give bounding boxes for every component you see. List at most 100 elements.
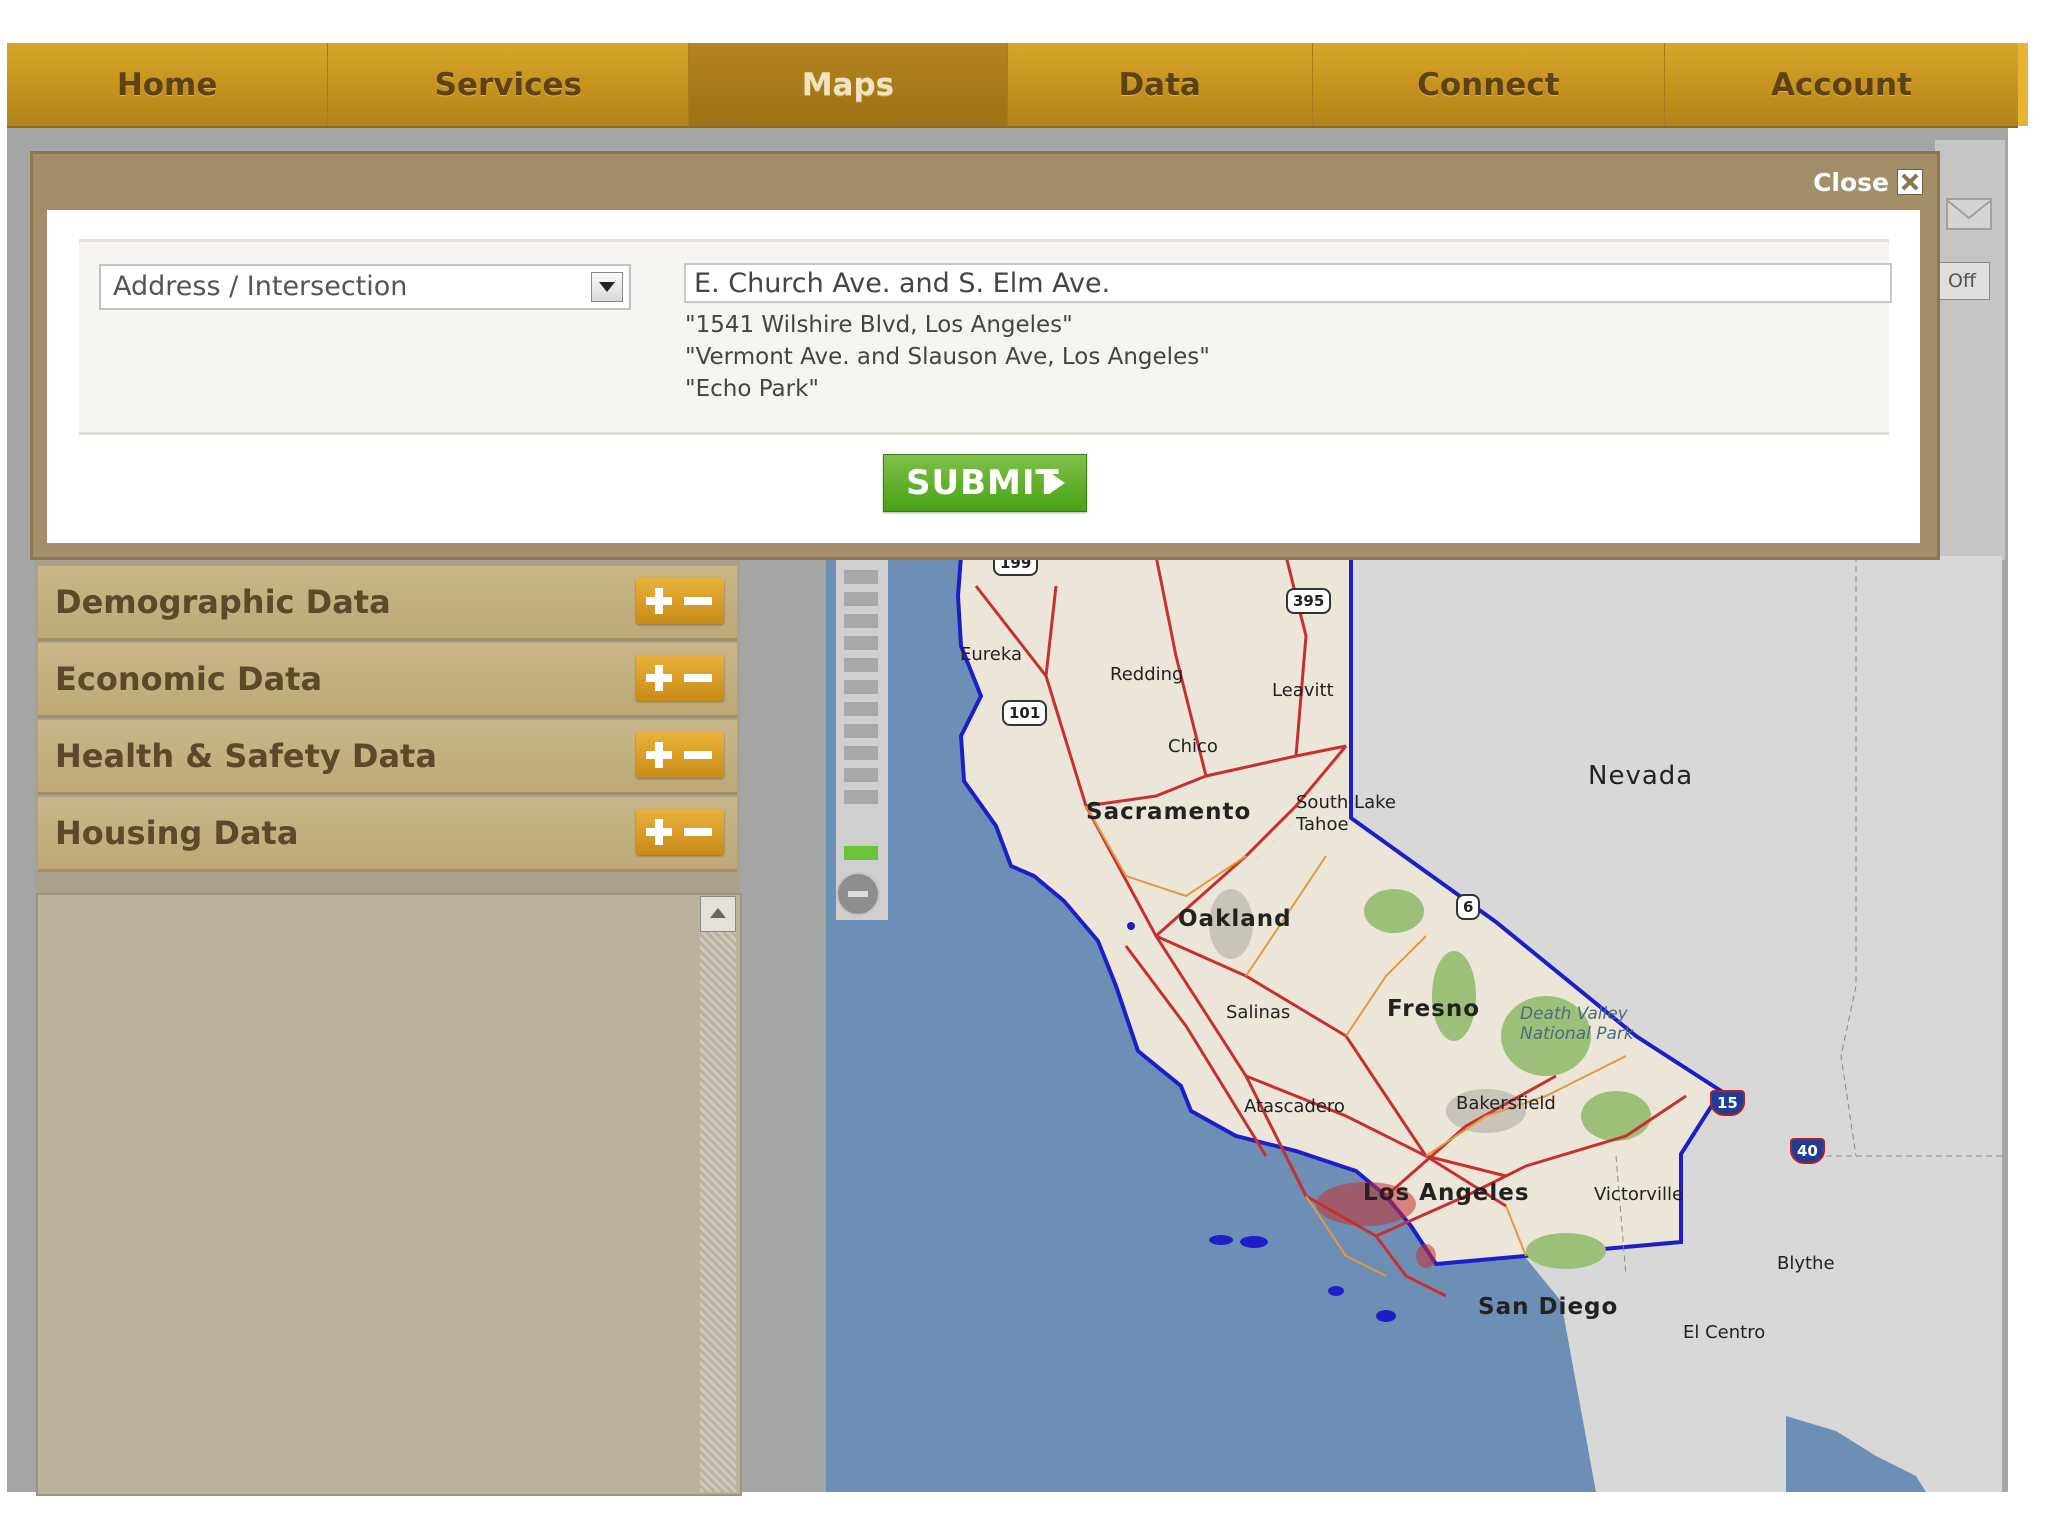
zoom-level-tick[interactable] — [844, 614, 878, 628]
expand-collapse-buttons[interactable] — [636, 732, 724, 778]
zoom-level-tick[interactable] — [844, 790, 878, 804]
nav-home[interactable]: Home — [7, 43, 329, 126]
search-form: Address / Intersection "1541 Wilshire Bl… — [79, 239, 1892, 435]
zoom-out-button[interactable] — [836, 872, 880, 916]
panel-demographic-data[interactable]: Demographic Data — [38, 566, 737, 641]
map-label-town: Salinas — [1226, 1002, 1291, 1023]
water-mexico — [1786, 1416, 1926, 1492]
metro-area — [1416, 1244, 1436, 1268]
nav-edge — [2018, 43, 2028, 126]
map-label-town: Redding — [1110, 664, 1184, 685]
map[interactable]: Nevada Sacramento Oakland Fresno Los Ang… — [826, 556, 2002, 1492]
island — [1240, 1236, 1268, 1248]
mail-icon[interactable] — [1946, 198, 1992, 230]
zoom-level-tick[interactable] — [844, 570, 878, 584]
interstate-shield: 40 — [1790, 1138, 1825, 1164]
nav-account[interactable]: Account — [1665, 43, 2018, 126]
highway-shield: 395 — [1286, 588, 1332, 614]
map-label-town: Eureka — [960, 644, 1022, 665]
example-hint: "Vermont Ave. and Slauson Ave, Los Angel… — [685, 344, 1210, 370]
panel-label: Demographic Data — [55, 583, 391, 621]
map-canvas — [826, 556, 2002, 1492]
nav-connect[interactable]: Connect — [1313, 43, 1665, 126]
close-icon — [1897, 169, 1923, 195]
island — [1127, 922, 1135, 930]
zoom-level-tick[interactable] — [844, 768, 878, 782]
island — [1328, 1286, 1344, 1296]
minus-icon — [848, 891, 868, 897]
zoom-level-tick[interactable] — [844, 702, 878, 716]
layer-toggle[interactable]: Off — [1934, 262, 1990, 300]
play-arrow-icon — [1049, 472, 1065, 494]
map-label-city: Los Angeles — [1363, 1180, 1530, 1206]
expand-collapse-buttons[interactable] — [636, 578, 724, 624]
panel-health-safety-data[interactable]: Health & Safety Data — [38, 720, 737, 795]
map-label-park: Death Valley — [1520, 1004, 1628, 1024]
map-label-city: Sacramento — [1086, 799, 1252, 825]
scrollbar[interactable] — [700, 896, 736, 1492]
close-label: Close — [1813, 167, 1889, 197]
arrow-up-icon — [710, 908, 726, 918]
plus-icon[interactable] — [646, 665, 672, 691]
nav-services[interactable]: Services — [328, 43, 690, 126]
panel-label: Health & Safety Data — [55, 737, 437, 775]
address-input[interactable] — [684, 263, 1892, 303]
minus-icon[interactable] — [684, 751, 712, 759]
map-label-town: Bakersfield — [1456, 1093, 1556, 1114]
plus-icon[interactable] — [646, 742, 672, 768]
zoom-level-tick[interactable] — [844, 658, 878, 672]
island — [1376, 1310, 1396, 1322]
map-label-town: Atascadero — [1244, 1096, 1345, 1117]
map-label-city: Oakland — [1178, 906, 1292, 932]
minus-icon[interactable] — [684, 597, 712, 605]
park-area — [1581, 1091, 1651, 1141]
example-hint: "1541 Wilshire Blvd, Los Angeles" — [685, 312, 1073, 338]
zoom-level-tick[interactable] — [844, 636, 878, 650]
map-label-town: El Centro — [1683, 1322, 1766, 1343]
search-dialog: Close Address / Intersection "1541 Wilsh… — [30, 151, 1940, 560]
island — [1209, 1235, 1233, 1245]
select-value: Address / Intersection — [113, 271, 408, 302]
plus-icon[interactable] — [646, 588, 672, 614]
results-pane — [36, 893, 742, 1496]
map-label-park: National Park — [1520, 1024, 1634, 1044]
plus-icon[interactable] — [646, 819, 672, 845]
highway-shield: 6 — [1456, 894, 1481, 920]
minus-icon[interactable] — [684, 674, 712, 682]
panel-label: Housing Data — [55, 814, 299, 852]
panel-housing-data[interactable]: Housing Data — [38, 797, 737, 872]
map-label-town: Tahoe — [1296, 814, 1349, 835]
scroll-up-button[interactable] — [700, 896, 736, 932]
expand-collapse-buttons[interactable] — [636, 655, 724, 701]
close-button[interactable]: Close — [1813, 166, 1923, 198]
map-label-city: Fresno — [1387, 996, 1481, 1022]
submit-button[interactable]: SUBMIT — [883, 454, 1087, 512]
expand-collapse-buttons[interactable] — [636, 809, 724, 855]
interstate-shield: 15 — [1710, 1090, 1745, 1116]
dialog-body: Address / Intersection "1541 Wilshire Bl… — [47, 210, 1920, 543]
zoom-level-tick[interactable] — [844, 724, 878, 738]
map-label-city: San Diego — [1478, 1294, 1619, 1320]
zoom-level-tick[interactable] — [844, 680, 878, 694]
highway-shield: 101 — [1002, 700, 1048, 726]
map-label-town: Chico — [1168, 736, 1218, 757]
panel-label: Economic Data — [55, 660, 323, 698]
submit-label: SUBMIT — [906, 463, 1060, 503]
search-type-select[interactable]: Address / Intersection — [99, 264, 631, 310]
zoom-level-tick[interactable] — [844, 592, 878, 606]
zoom-level-tick[interactable] — [844, 746, 878, 760]
top-nav: Home Services Maps Data Connect Account — [7, 43, 2018, 128]
map-label-town: Leavitt — [1272, 680, 1334, 701]
park-area — [1526, 1233, 1606, 1269]
map-label-state: Nevada — [1588, 761, 1694, 791]
zoom-slider[interactable] — [836, 560, 888, 920]
map-label-town: Victorville — [1594, 1184, 1684, 1205]
nav-maps[interactable]: Maps — [689, 43, 1008, 126]
nav-data[interactable]: Data — [1008, 43, 1313, 126]
minus-icon[interactable] — [684, 828, 712, 836]
map-label-town: Blythe — [1777, 1253, 1835, 1274]
panel-economic-data[interactable]: Economic Data — [38, 643, 737, 718]
dropdown-arrow-icon[interactable] — [591, 272, 623, 302]
map-label-town: South Lake — [1296, 792, 1396, 813]
zoom-level-current[interactable] — [844, 846, 878, 860]
